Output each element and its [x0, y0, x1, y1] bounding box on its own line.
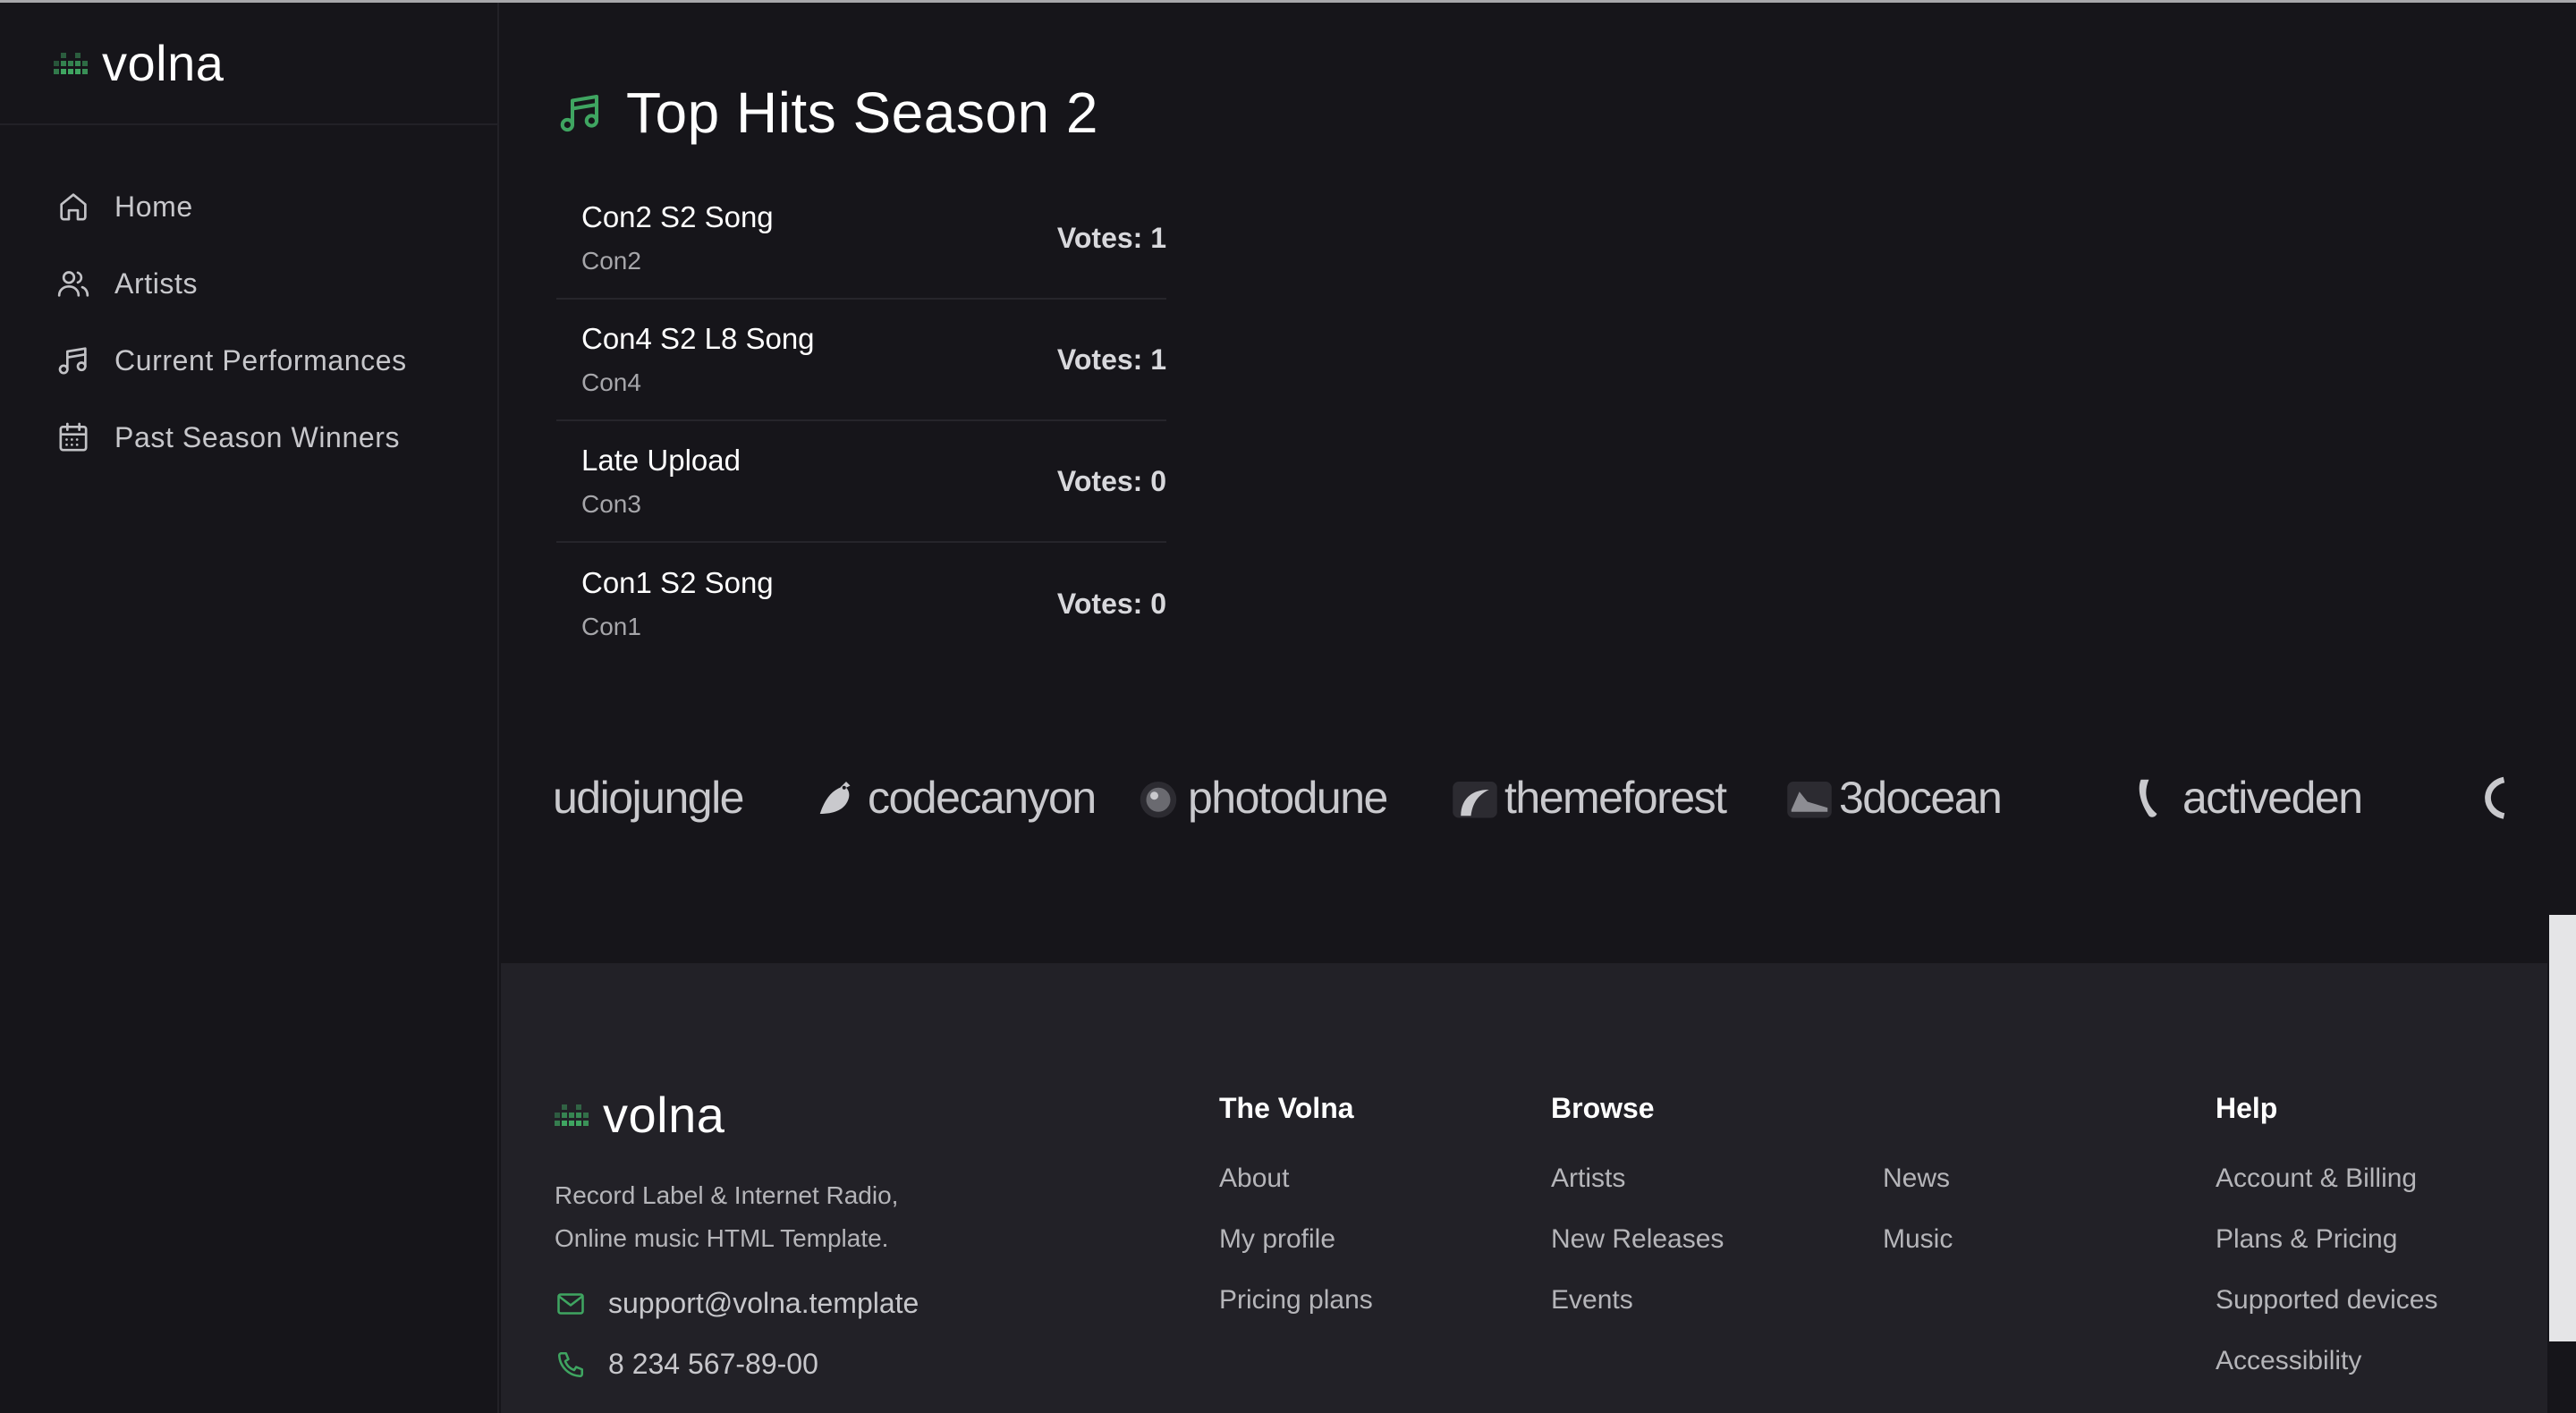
logo-equalizer-icon — [555, 1104, 589, 1126]
track-artist: Con1 — [581, 613, 641, 640]
users-icon — [55, 266, 91, 301]
partner-logo-themeforest[interactable]: themeforest — [1451, 772, 1727, 824]
partner-logo-partial[interactable] — [2476, 772, 2512, 820]
home-icon — [55, 189, 91, 224]
footer-logo[interactable]: volna — [555, 1090, 724, 1140]
footer-link-pricing-plans[interactable]: Pricing plans — [1219, 1285, 1373, 1316]
footer-col-title: The Volna — [1219, 1092, 1354, 1124]
swoosh-icon — [2139, 779, 2157, 817]
music-note-icon — [560, 94, 599, 132]
page-title: Top Hits Season 2 — [626, 80, 1098, 145]
sidebar-item-current-performances[interactable]: Current Performances — [0, 322, 497, 399]
mail-icon — [557, 1292, 584, 1315]
sidebar-item-artists[interactable]: Artists — [0, 245, 497, 322]
footer-col-title: Browse — [1551, 1092, 1655, 1124]
partner-name: activeden — [2182, 773, 2363, 823]
sidebar-item-label: Past Season Winners — [114, 420, 401, 453]
lens-icon — [1140, 782, 1177, 818]
footer-link-about[interactable]: About — [1219, 1163, 1289, 1194]
partner-name: photodune — [1188, 773, 1388, 823]
sidebar: volna Home Artists Current Performances … — [0, 3, 499, 1413]
vote-count: Votes: 0 — [1056, 464, 1166, 497]
sidebar-item-past-season-winners[interactable]: Past Season Winners — [0, 399, 497, 476]
partner-logo-audiojungle[interactable]: udiojungle — [553, 772, 744, 824]
shoe-icon — [1787, 782, 1832, 818]
track-row[interactable]: Con4 S2 L8 Song Con4 Votes: 1 — [556, 300, 1166, 421]
partner-logos: udiojungle codecanyon photodune themefor… — [553, 754, 2512, 852]
sidebar-header: volna — [0, 3, 497, 125]
sidebar-item-label: Home — [114, 190, 193, 223]
phone-icon — [557, 1351, 584, 1377]
vote-count: Votes: 1 — [1056, 343, 1166, 376]
vote-count: Votes: 0 — [1056, 587, 1166, 620]
app-root: volna Home Artists Current Performances … — [0, 0, 2576, 1413]
track-artist: Con4 — [581, 368, 641, 396]
track-row[interactable]: Con1 S2 Song Con1 Votes: 0 — [556, 543, 1166, 664]
partner-partial-icon — [2485, 776, 2505, 819]
footer-link-new-releases[interactable]: New Releases — [1551, 1224, 1724, 1255]
logo-text: volna — [102, 34, 225, 91]
footer-link-music[interactable]: Music — [1883, 1224, 1953, 1255]
partner-name: 3docean — [1839, 773, 2003, 823]
footer-email-link[interactable]: support@volna.template — [555, 1287, 919, 1320]
footer-link-account-billing[interactable]: Account & Billing — [2216, 1163, 2417, 1194]
track-artist: Con3 — [581, 490, 641, 518]
track-row[interactable]: Late Upload Con3 Votes: 0 — [556, 421, 1166, 543]
track-info: Con4 S2 L8 Song Con4 — [581, 322, 815, 397]
track-artist: Con2 — [581, 247, 641, 275]
leaf-icon — [1453, 782, 1497, 818]
footer-description: Record Label & Internet Radio, Online mu… — [555, 1174, 1091, 1260]
footer-phone: 8 234 567-89-00 — [608, 1348, 818, 1380]
footer-link-artists[interactable]: Artists — [1551, 1163, 1625, 1194]
track-info: Con2 S2 Song Con2 — [581, 200, 774, 275]
footer-link-supported-devices[interactable]: Supported devices — [2216, 1285, 2438, 1316]
track-title: Con4 S2 L8 Song — [581, 322, 815, 355]
sidebar-item-home[interactable]: Home — [0, 168, 497, 245]
footer-description-line: Online music HTML Template. — [555, 1224, 889, 1252]
logo-equalizer-icon — [54, 52, 88, 74]
bird-icon — [819, 782, 851, 814]
track-info: Late Upload Con3 — [581, 444, 741, 519]
track-info: Con1 S2 Song Con1 — [581, 566, 774, 641]
calendar-icon — [55, 419, 91, 455]
track-title: Con2 S2 Song — [581, 200, 774, 233]
partner-logo-activeden[interactable]: activeden — [2129, 772, 2363, 824]
footer-col-title: Help — [2216, 1092, 2278, 1124]
track-row[interactable]: Con2 S2 Song Con2 Votes: 1 — [556, 178, 1166, 300]
track-title: Late Upload — [581, 444, 741, 477]
footer-link-plans-pricing[interactable]: Plans & Pricing — [2216, 1224, 2397, 1255]
vote-count: Votes: 1 — [1056, 221, 1166, 254]
footer-link-accessibility[interactable]: Accessibility — [2216, 1346, 2361, 1376]
sidebar-item-label: Current Performances — [114, 343, 407, 377]
brand-logo[interactable]: volna — [54, 38, 224, 89]
scrollbar-thumb[interactable] — [2549, 915, 2576, 1341]
footer-email: support@volna.template — [608, 1287, 919, 1319]
footer-link-news[interactable]: News — [1883, 1163, 1950, 1194]
track-title: Con1 S2 Song — [581, 566, 774, 599]
sidebar-item-label: Artists — [114, 267, 199, 300]
footer-link-events[interactable]: Events — [1551, 1285, 1633, 1316]
logo-text: volna — [603, 1087, 725, 1143]
partner-logo-codecanyon[interactable]: codecanyon — [814, 772, 1097, 824]
section-header: Top Hits Season 2 — [556, 80, 1098, 146]
sidebar-nav: Home Artists Current Performances Past S… — [0, 125, 497, 476]
partner-name: udiojungle — [553, 773, 744, 823]
partner-name: codecanyon — [868, 773, 1097, 823]
partner-logo-3docean[interactable]: 3docean — [1785, 772, 2003, 824]
partner-name: themeforest — [1504, 773, 1727, 823]
page-scrollbar[interactable] — [2547, 3, 2576, 1413]
footer-description-line: Record Label & Internet Radio, — [555, 1181, 899, 1209]
footer-link-my-profile[interactable]: My profile — [1219, 1224, 1335, 1255]
partner-logo-photodune[interactable]: photodune — [1134, 772, 1388, 824]
main-content: Top Hits Season 2 Con2 S2 Song Con2 Vote… — [501, 3, 2547, 963]
track-list: Con2 S2 Song Con2 Votes: 1 Con4 S2 L8 So… — [556, 178, 1166, 664]
music-note-icon — [55, 343, 91, 378]
footer: volna Record Label & Internet Radio, Onl… — [501, 963, 2547, 1413]
footer-phone-link[interactable]: 8 234 567-89-00 — [555, 1348, 818, 1381]
